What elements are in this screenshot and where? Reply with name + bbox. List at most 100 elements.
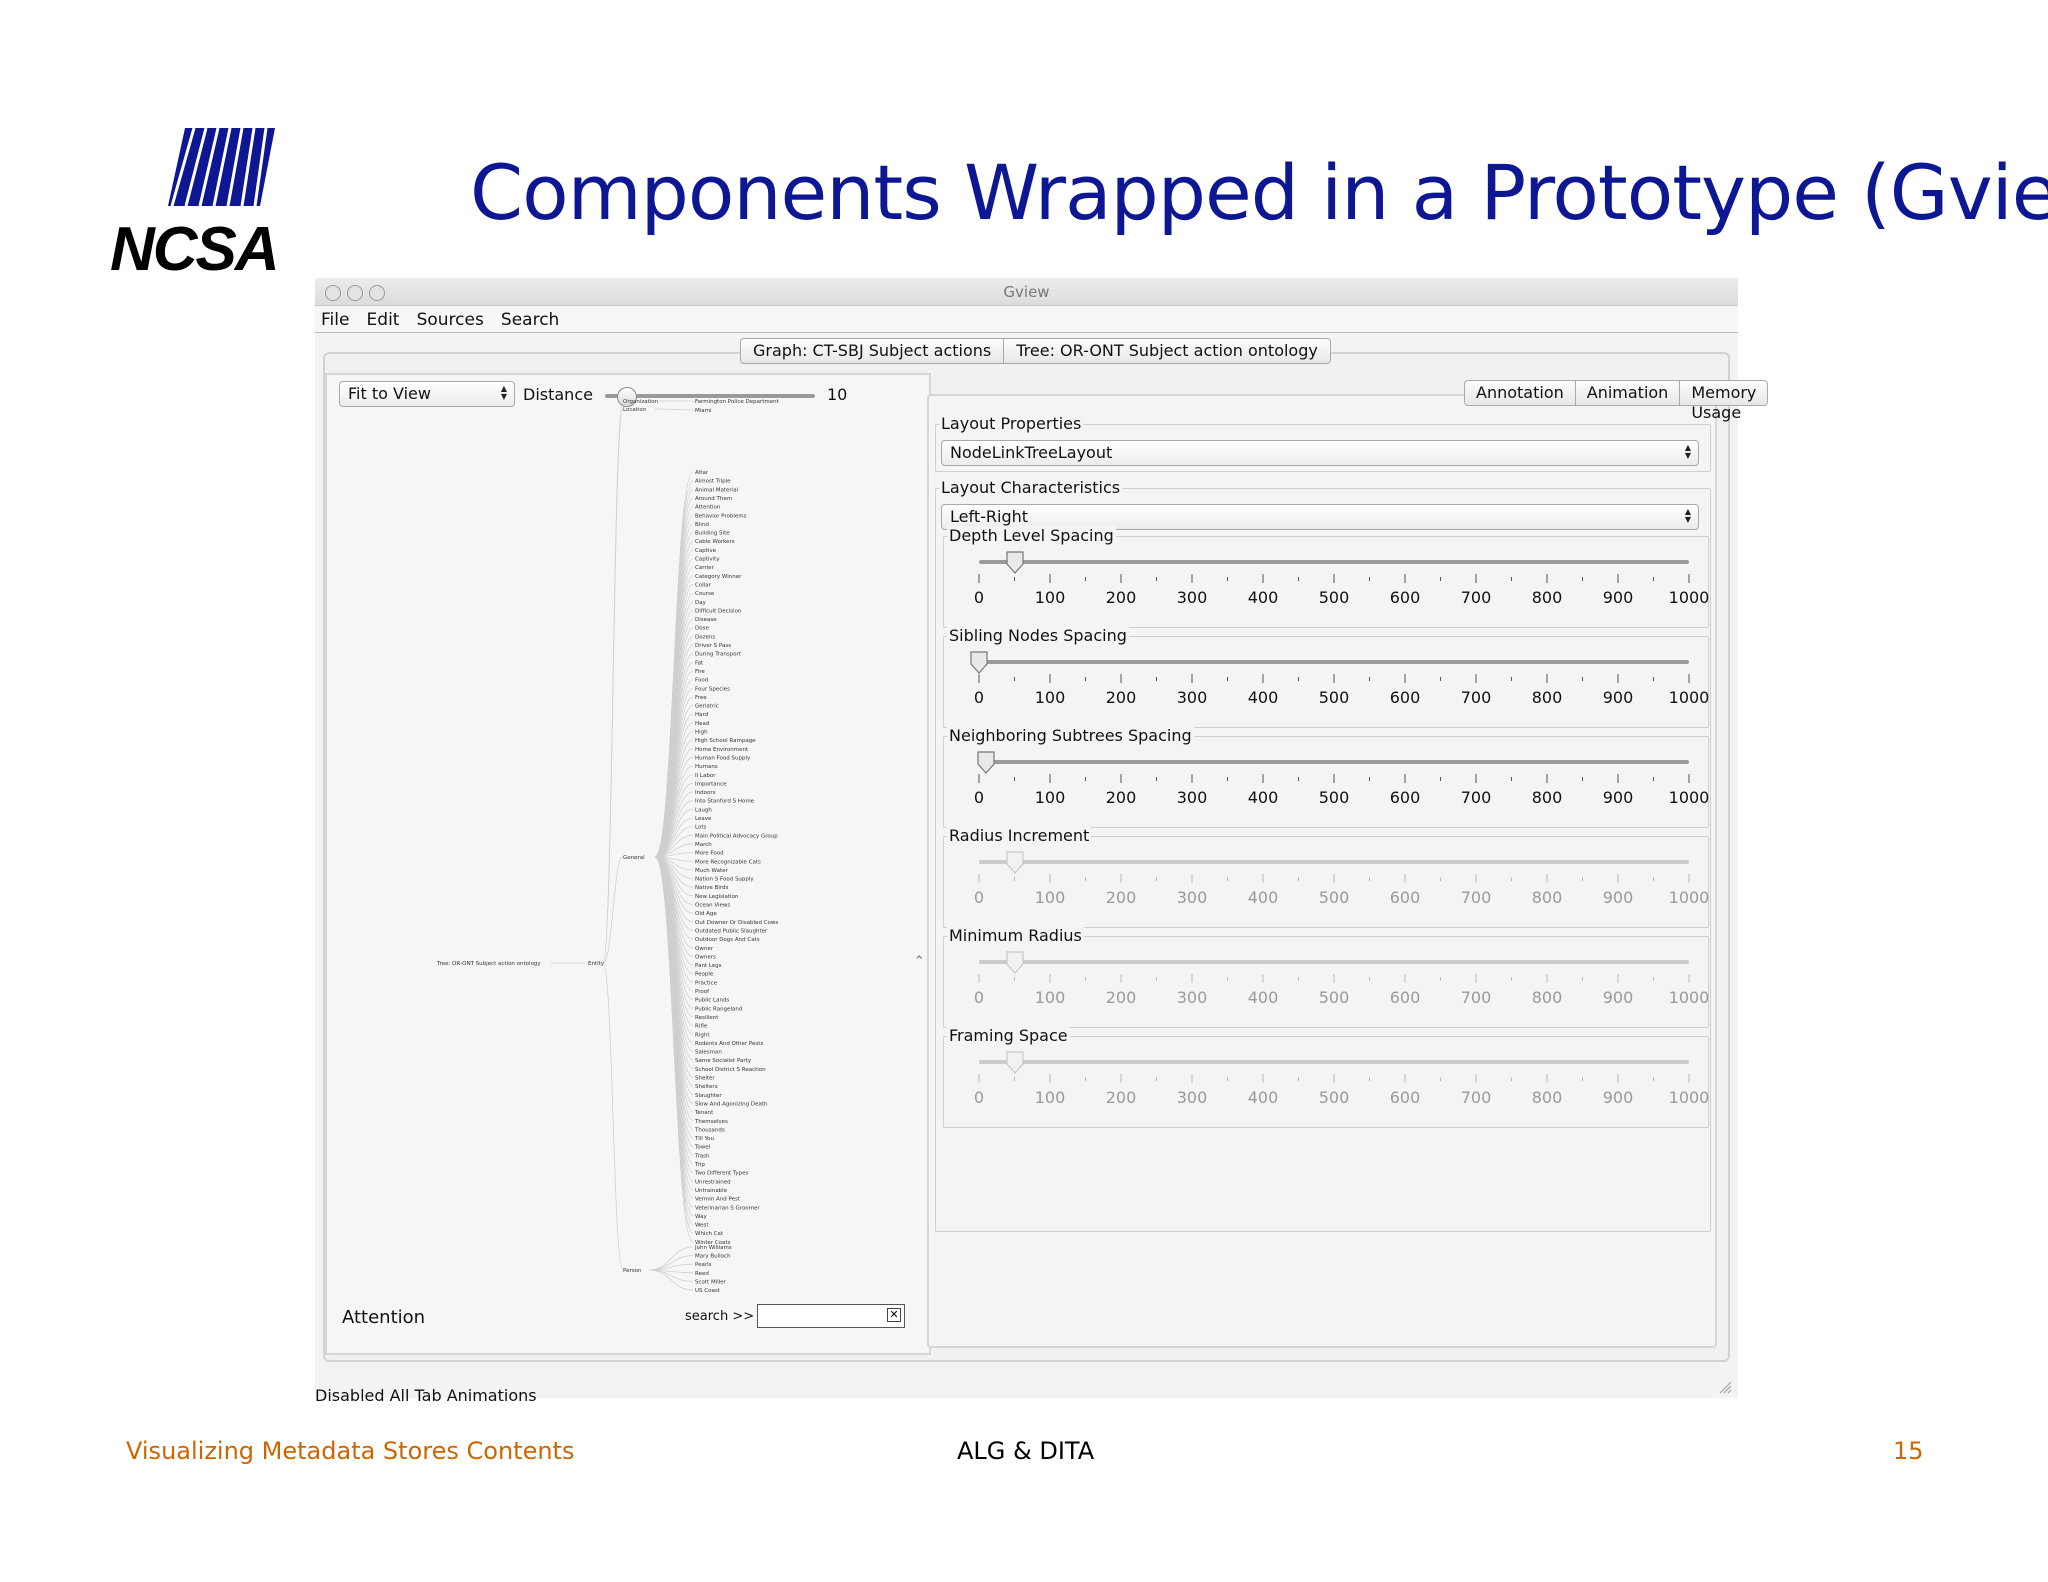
tree-node-leaf[interactable]: Mary Bulloch: [695, 1254, 731, 1260]
slider-track[interactable]: [979, 1060, 1689, 1064]
tree-node-leaf[interactable]: Fire: [695, 669, 705, 675]
tree-node-leaf[interactable]: Category Winner: [695, 574, 742, 580]
tree-node-leaf[interactable]: Altar: [695, 470, 709, 476]
tree-node-leaf[interactable]: More Food: [695, 851, 724, 857]
tree-node-leaf[interactable]: Il Labor: [695, 773, 716, 779]
tree-node-leaf[interactable]: Lots: [695, 825, 706, 831]
tree-node-leaf[interactable]: Free: [695, 695, 707, 701]
resize-grip-icon[interactable]: [1718, 1380, 1732, 1394]
tree-node-leaf[interactable]: Two Different Types: [694, 1171, 749, 1177]
tree-node-leaf[interactable]: Rifle: [695, 1024, 708, 1030]
tree-node-leaf[interactable]: Day: [695, 600, 707, 606]
tree-node-leaf[interactable]: Old Age: [695, 911, 717, 917]
tree-node-leaf[interactable]: Dozens: [695, 634, 715, 640]
slider-knob[interactable]: [1004, 850, 1026, 876]
tree-node-leaf[interactable]: Pearls: [695, 1262, 712, 1268]
tree-node-leaf[interactable]: Slaughter: [695, 1093, 722, 1099]
tree-node-leaf[interactable]: March: [695, 842, 712, 848]
tree-node-leaf[interactable]: More Recognizable Cats: [695, 859, 761, 865]
tree-node-leaf[interactable]: Thousands: [694, 1127, 725, 1133]
tree-node-leaf[interactable]: Towel: [694, 1145, 711, 1151]
tree-node-leaf[interactable]: Out Downer Or Disabled Cows: [695, 920, 778, 926]
tree-node-leaf[interactable]: Which Cat: [695, 1231, 724, 1237]
tree-node-entity[interactable]: Entity: [588, 961, 605, 967]
tree-node-leaf[interactable]: Salesman: [695, 1050, 722, 1056]
tree-node-category[interactable]: General: [623, 855, 645, 861]
tree-node-leaf[interactable]: High: [695, 730, 708, 736]
tree-node-leaf[interactable]: Owner: [695, 946, 714, 952]
search-input[interactable]: ✕: [757, 1304, 905, 1328]
layout-algorithm-select[interactable]: NodeLinkTreeLayout ▲ ▼: [941, 440, 1699, 466]
tree-node-leaf[interactable]: Shelter: [695, 1076, 715, 1082]
tree-node-leaf[interactable]: Tenant: [694, 1110, 714, 1116]
tab-graph-source[interactable]: Graph: CT-SBJ Subject actions: [741, 339, 1003, 363]
tree-view-pane[interactable]: Fit to View ▲ ▼ Distance 10 Tree: OR-ONT …: [325, 373, 931, 1355]
tree-node-leaf[interactable]: Way: [695, 1214, 707, 1220]
tree-node-leaf[interactable]: Home Environment: [695, 747, 749, 753]
tree-node-leaf[interactable]: Head: [695, 721, 709, 727]
tree-node-leaf[interactable]: Almost Triple: [695, 479, 731, 485]
tree-node-leaf[interactable]: John Williams: [694, 1245, 732, 1251]
tree-node-leaf[interactable]: Farmington Police Department: [695, 399, 780, 405]
slider-track[interactable]: [979, 760, 1689, 764]
slider-knob[interactable]: [968, 650, 990, 676]
menu-edit[interactable]: Edit: [367, 307, 400, 333]
tree-node-leaf[interactable]: Rodents And Other Pests: [695, 1041, 763, 1047]
tree-node-leaf[interactable]: Importance: [695, 781, 727, 787]
tree-node-leaf[interactable]: Hard: [695, 712, 708, 718]
tree-node-leaf[interactable]: Driver S Pass: [695, 643, 731, 649]
tree-node-leaf[interactable]: Much Water: [695, 868, 728, 874]
tree-node-leaf[interactable]: Outdated Public Slaughter: [695, 928, 768, 934]
tree-node-leaf[interactable]: High School Rampage: [695, 738, 756, 744]
tree-node-leaf[interactable]: Untrainable: [695, 1188, 728, 1194]
tree-node-leaf[interactable]: Difficult Decision: [695, 608, 742, 614]
tree-node-leaf[interactable]: Scott Miller: [695, 1279, 727, 1285]
tree-node-category[interactable]: Organization: [623, 399, 659, 405]
tree-node-leaf[interactable]: New Legislation: [695, 894, 739, 900]
tree-node-leaf[interactable]: Proof: [695, 989, 710, 995]
tree-node-leaf[interactable]: Nation S Food Supply: [695, 877, 754, 883]
tree-node-leaf[interactable]: Pant Legs: [695, 963, 722, 969]
tree-node-leaf[interactable]: Around Them: [695, 496, 732, 502]
tab-annotation[interactable]: Annotation: [1465, 381, 1575, 405]
tree-node-leaf[interactable]: Owners: [695, 954, 716, 960]
tree-node-leaf[interactable]: Trash: [694, 1153, 710, 1159]
slider-track[interactable]: [979, 660, 1689, 664]
tree-node-leaf[interactable]: Unrestrained: [695, 1179, 731, 1185]
slider-track[interactable]: [979, 860, 1689, 864]
tree-node-leaf[interactable]: Themselves: [694, 1119, 728, 1125]
tree-node-leaf[interactable]: Course: [695, 591, 715, 597]
tree-node-leaf[interactable]: Leave: [695, 816, 712, 822]
tree-node-leaf[interactable]: Same Socialist Party: [695, 1058, 752, 1064]
ontology-tree-graph[interactable]: Tree: OR-ONT Subject action ontology Enti…: [327, 375, 933, 1357]
tree-node-leaf[interactable]: Trip: [694, 1162, 705, 1168]
tree-node-leaf[interactable]: Carrier: [695, 565, 715, 571]
tree-node-leaf[interactable]: Resilient: [695, 1015, 719, 1021]
tree-node-leaf[interactable]: Slow And Agonizing Death: [695, 1101, 768, 1107]
tab-tree-source[interactable]: Tree: OR-ONT Subject action ontology: [1003, 339, 1330, 363]
menu-file[interactable]: File: [321, 307, 349, 333]
tree-node-leaf[interactable]: Miami: [695, 408, 712, 414]
tree-node-leaf[interactable]: Native Birds: [695, 885, 729, 891]
tree-node-leaf[interactable]: Reed: [695, 1271, 709, 1277]
tree-node-leaf[interactable]: Practice: [695, 980, 718, 986]
tree-node-leaf[interactable]: Public Rangeland: [695, 1006, 742, 1012]
tree-node-leaf[interactable]: Cable Workers: [695, 539, 735, 545]
tree-node-leaf[interactable]: Into Stanford S Home: [695, 799, 755, 805]
tree-node-leaf[interactable]: Attention: [695, 505, 721, 511]
menu-search[interactable]: Search: [501, 307, 559, 333]
tree-node-leaf[interactable]: Building Site: [695, 531, 730, 537]
slider-knob[interactable]: [1004, 550, 1026, 576]
tree-node-leaf[interactable]: Blind: [695, 522, 709, 528]
tree-node-leaf[interactable]: Till You: [694, 1136, 714, 1142]
tree-node-leaf[interactable]: Outdoor Dogs And Cats: [695, 937, 760, 943]
tree-node-leaf[interactable]: Captivity: [695, 557, 720, 563]
tree-node-leaf[interactable]: West: [695, 1223, 709, 1229]
tree-node-leaf[interactable]: People: [695, 972, 714, 978]
tree-node-leaf[interactable]: Main Political Advocacy Group: [695, 833, 778, 839]
tree-node-leaf[interactable]: Captive: [695, 548, 717, 554]
tree-node-leaf[interactable]: Right: [695, 1032, 710, 1038]
menu-sources[interactable]: Sources: [417, 307, 484, 333]
tree-node-leaf[interactable]: Laugh: [695, 807, 712, 813]
tree-node-leaf[interactable]: Ocean Views: [695, 903, 730, 909]
